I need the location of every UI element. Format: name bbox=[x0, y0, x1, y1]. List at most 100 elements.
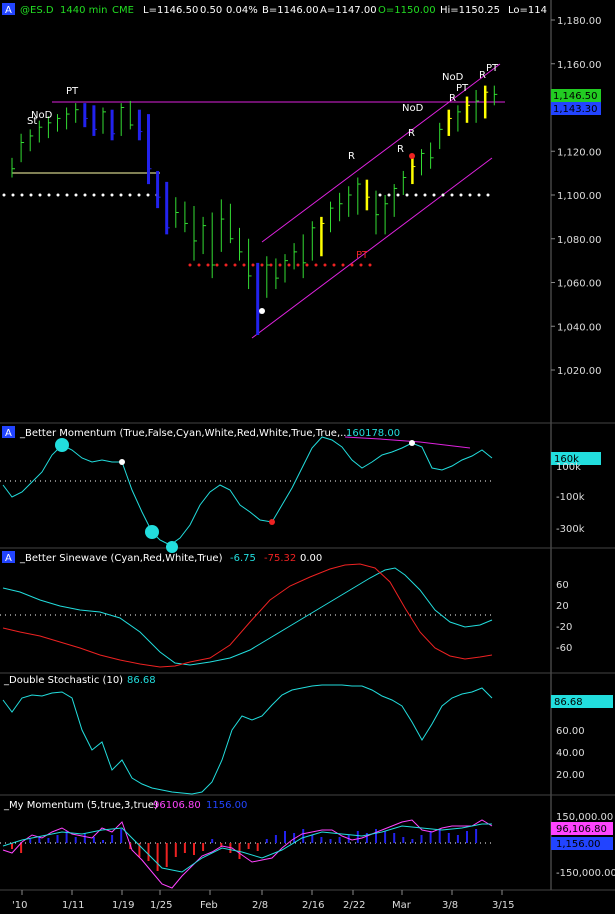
axis-tick: 20 bbox=[556, 601, 569, 612]
price-axis: 1,180.001,160.001,140.001,120.001,100.00… bbox=[551, 16, 602, 377]
stop-dot-white bbox=[396, 193, 400, 197]
signal-dot-red bbox=[409, 153, 415, 159]
sinewave-value-2: -75.32 bbox=[264, 553, 296, 564]
annotation-pt-red: PT bbox=[356, 250, 369, 261]
momentum-panel: A _Better Momentum (True,False,Cyan,Whit… bbox=[0, 426, 601, 553]
annotation-r: R bbox=[408, 128, 415, 139]
signal-dot-cyan bbox=[145, 525, 159, 539]
stop-dot-white bbox=[459, 193, 463, 197]
stop-dot-white bbox=[477, 193, 481, 197]
stop-dot-red bbox=[287, 263, 291, 267]
stop-dot-white bbox=[119, 193, 123, 197]
stop-dot-white bbox=[423, 193, 427, 197]
panel-icon-letter: A bbox=[5, 553, 12, 564]
x-tick-label: Feb bbox=[200, 900, 218, 911]
annotation-r: R bbox=[449, 93, 456, 104]
price-panel-header: A @ES.D 1440 min CME L=1146.50 0.50 0.04… bbox=[2, 3, 547, 16]
axis-tick: 40.00 bbox=[556, 748, 585, 759]
x-tick-label: Mar bbox=[392, 900, 412, 911]
price-tick-label: 1,120.00 bbox=[557, 147, 602, 158]
change-pct-label: 0.04% bbox=[226, 5, 258, 16]
momentum-title: _Better Momentum (True,False,Cyan,White,… bbox=[19, 428, 350, 439]
annotation-pt: PT bbox=[486, 63, 499, 74]
my-momentum-panel: _My Momentum (5,true,3,true) 96106.80 11… bbox=[0, 800, 615, 889]
x-axis: '10 1/11 1/19 1/25 Feb 2/8 2/16 2/22 Mar 3/8 3/15 bbox=[12, 890, 514, 911]
price-tick-label: 1,040.00 bbox=[557, 322, 602, 333]
x-tick-label: 2/22 bbox=[343, 900, 365, 911]
x-tick-label: 3/15 bbox=[492, 900, 514, 911]
panel-icon-letter: A bbox=[5, 428, 12, 439]
axis-tick: -20 bbox=[556, 622, 572, 633]
stop-dot-red bbox=[305, 263, 309, 267]
momentum-line bbox=[2, 436, 493, 546]
axis-tick: -300k bbox=[556, 524, 585, 535]
stop-dot-white bbox=[20, 193, 24, 197]
stop-dot-white bbox=[146, 193, 150, 197]
low-label: Lo=114 bbox=[508, 5, 547, 16]
stochastic-last-value: 86.68 bbox=[554, 697, 583, 708]
price-tick-label: 1,180.00 bbox=[557, 16, 602, 27]
annotation-r: R bbox=[397, 144, 404, 155]
price-last-labels: 1,146.50 1,143.30 bbox=[551, 89, 601, 115]
stop-dot-white bbox=[110, 193, 114, 197]
open-label: O=1150.00 bbox=[378, 5, 436, 16]
stop-dot-white bbox=[405, 193, 409, 197]
signal-dot-cyan bbox=[166, 541, 178, 553]
high-label: Hi=1150.25 bbox=[440, 5, 500, 16]
stop-dot-white bbox=[38, 193, 42, 197]
sinewave-value-1: -6.75 bbox=[230, 553, 256, 564]
last-price: L=1146.50 bbox=[143, 5, 198, 16]
stop-dot-white bbox=[137, 193, 141, 197]
annotation-nod: NoD bbox=[402, 103, 424, 114]
second-price-value: 1,143.30 bbox=[553, 104, 598, 115]
stop-dot-red bbox=[314, 263, 318, 267]
annotation-nod: NoD bbox=[442, 72, 464, 83]
stop-dot-white bbox=[47, 193, 51, 197]
stop-dot-white bbox=[450, 193, 454, 197]
stop-dot-red bbox=[350, 263, 354, 267]
axis-tick: 100k bbox=[556, 462, 581, 473]
stop-dot-red bbox=[368, 263, 372, 267]
channel-lower bbox=[251, 157, 493, 339]
stop-dot-white bbox=[432, 193, 436, 197]
stop-dot-white bbox=[29, 193, 33, 197]
exchange-label: CME bbox=[112, 5, 134, 16]
axis-tick: -60 bbox=[556, 643, 572, 654]
x-tick-label: 1/25 bbox=[150, 900, 172, 911]
signal-dot-white bbox=[259, 308, 265, 314]
stop-dot-red bbox=[224, 263, 228, 267]
x-tick-label: '10 bbox=[12, 900, 27, 911]
x-tick-label: 1/11 bbox=[62, 900, 84, 911]
stop-dot-red bbox=[188, 263, 192, 267]
stop-dot-red bbox=[341, 263, 345, 267]
signal-dot-cyan bbox=[55, 438, 69, 452]
stop-dot-white bbox=[74, 193, 78, 197]
my-momentum-title: _My Momentum (5,true,3,true) bbox=[3, 800, 158, 811]
annotation-r: R bbox=[348, 151, 355, 162]
symbol-label: @ES.D bbox=[20, 5, 54, 16]
axis-tick: -100k bbox=[556, 492, 585, 503]
stop-dot-white bbox=[468, 193, 472, 197]
price-tick-label: 1,020.00 bbox=[557, 366, 602, 377]
stop-dot-white bbox=[56, 193, 60, 197]
stop-dot-white bbox=[387, 193, 391, 197]
stop-dot-red bbox=[251, 263, 255, 267]
stop-dot-white bbox=[101, 193, 105, 197]
bid-label: B=1146.00 bbox=[262, 5, 319, 16]
my-momentum-histogram bbox=[11, 829, 478, 871]
sinewave-value-3: 0.00 bbox=[300, 553, 322, 564]
signal-annotations: St NoD PT R PT R R NoD R NoD PT R PT bbox=[27, 63, 499, 314]
my-momentum-label-1: 96,106.80 bbox=[556, 824, 607, 835]
signal-dot-white bbox=[409, 440, 415, 446]
sinewave-title: _Better Sinewave (Cyan,Red,White,True) bbox=[19, 553, 223, 564]
stochastic-title: _Double Stochastic (10) bbox=[3, 675, 123, 686]
axis-tick: 150,000.00 bbox=[556, 812, 613, 823]
stop-dot-white bbox=[486, 193, 490, 197]
stop-dots bbox=[2, 193, 490, 267]
axis-tick: 60 bbox=[556, 580, 569, 591]
stop-dot-red bbox=[332, 263, 336, 267]
last-price-value: 1,146.50 bbox=[553, 91, 598, 102]
stop-dot-red bbox=[242, 263, 246, 267]
price-bars bbox=[11, 85, 498, 335]
stop-dot-red bbox=[323, 263, 327, 267]
